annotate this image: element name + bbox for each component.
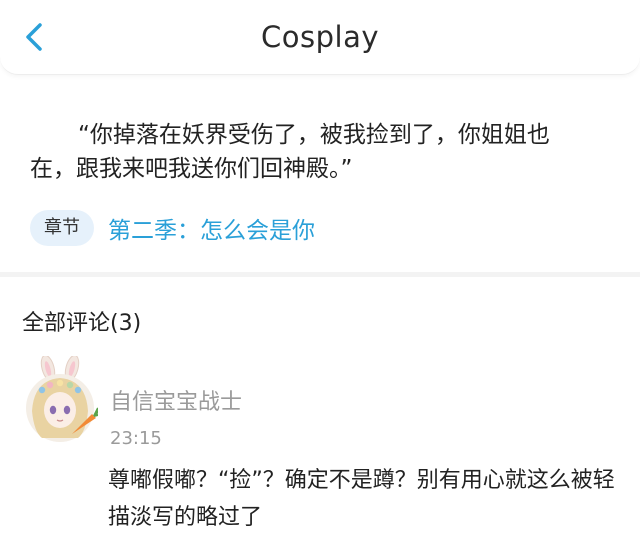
chapter-link[interactable]: 第二季：怎么会是你 (108, 211, 315, 245)
comment-text: 尊嘟假嘟？“捡”？确定不是蹲？别有用心就这么被轻描淡写的略过了 (108, 468, 615, 530)
comments-heading: 全部评论(3) (22, 311, 142, 336)
comment-username[interactable]: 自信宝宝战士 (110, 384, 242, 416)
page-title: Cosplay (261, 20, 379, 54)
bunny-girl-avatar-icon (26, 354, 103, 442)
comment-time: 23:15 (110, 428, 162, 449)
chapter-tag: 章节 (30, 210, 94, 246)
avatar[interactable] (22, 354, 103, 444)
top-bar: Cosplay (0, 0, 640, 75)
chapter-row: 章节 第二季：怎么会是你 (30, 210, 315, 246)
excerpt-quote: “你掉落在妖界受伤了，被我捡到了，你姐姐也在，跟我来吧我送你们回神殿。” (30, 122, 550, 182)
section-divider (0, 272, 640, 277)
